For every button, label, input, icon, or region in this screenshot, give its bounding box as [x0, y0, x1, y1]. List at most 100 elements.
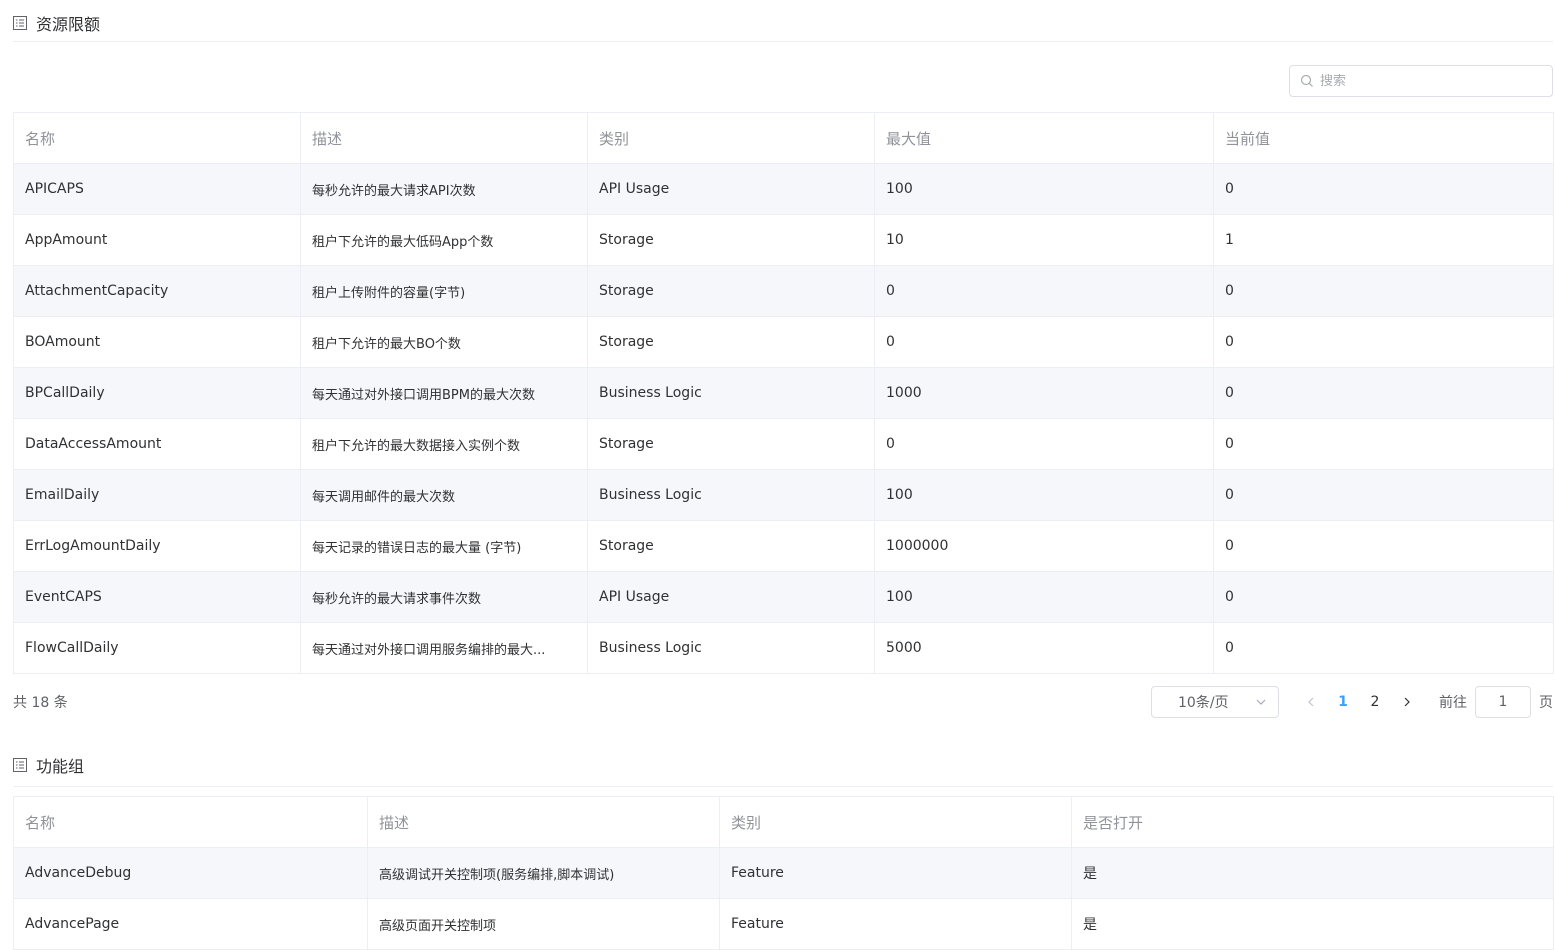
quota-table: 名称 描述 类别 最大值 当前值 APICAPS 每秒允许的最大请求API次数 AP…: [13, 112, 1554, 674]
chevron-down-icon: [1256, 699, 1266, 705]
cell-current-value: 0: [1213, 469, 1554, 521]
cell-category: Storage: [587, 316, 875, 368]
cell-current-value: 0: [1213, 571, 1554, 623]
table-row[interactable]: AdvancePage 高级页面开关控制项 Feature 是: [13, 898, 1554, 950]
table-row[interactable]: EventCAPS 每秒允许的最大请求事件次数 API Usage 100 0: [13, 571, 1554, 623]
cell-name: EventCAPS: [13, 571, 301, 623]
cell-max-value: 5000: [874, 622, 1214, 674]
table-header-row: 名称 描述 类别 最大值 当前值: [13, 112, 1554, 164]
column-header-name[interactable]: 名称: [13, 796, 368, 848]
cell-name: FlowCallDaily: [13, 622, 301, 674]
cell-description: 高级页面开关控制项: [367, 898, 720, 950]
page-button-2[interactable]: 2: [1365, 690, 1385, 714]
column-header-description[interactable]: 描述: [367, 796, 720, 848]
list-icon: [13, 757, 27, 772]
cell-name: BPCallDaily: [13, 367, 301, 419]
cell-name: EmailDaily: [13, 469, 301, 521]
goto-page-suffix: 页: [1539, 695, 1553, 711]
cell-enabled: 是: [1071, 898, 1554, 950]
search-input[interactable]: [1320, 73, 1540, 89]
cell-description: 高级调试开关控制项(服务编排,脚本调试): [367, 847, 720, 899]
quota-section-header: 资源限额: [13, 5, 1553, 42]
chevron-right-icon: [1404, 697, 1410, 707]
column-header-name[interactable]: 名称: [13, 112, 301, 164]
cell-current-value: 0: [1213, 418, 1554, 470]
cell-max-value: 1000000: [874, 520, 1214, 572]
table-row[interactable]: ErrLogAmountDaily 每天记录的错误日志的最大量 (字节) Stora…: [13, 520, 1554, 572]
cell-max-value: 0: [874, 316, 1214, 368]
column-header-current-value[interactable]: 当前值: [1213, 112, 1554, 164]
cell-name: AdvanceDebug: [13, 847, 368, 899]
cell-category: Feature: [719, 847, 1072, 899]
cell-current-value: 1: [1213, 214, 1554, 266]
cell-name: AttachmentCapacity: [13, 265, 301, 317]
cell-category: Business Logic: [587, 367, 875, 419]
cell-description: 每秒允许的最大请求API次数: [300, 163, 588, 215]
cell-description: 租户上传附件的容量(字节): [300, 265, 588, 317]
cell-name: AdvancePage: [13, 898, 368, 950]
cell-name: APICAPS: [13, 163, 301, 215]
feature-section-title: 功能组: [36, 756, 85, 776]
cell-category: Storage: [587, 520, 875, 572]
goto-page-input[interactable]: [1475, 686, 1531, 718]
cell-category: Feature: [719, 898, 1072, 950]
cell-description: 租户下允许的最大数据接入实例个数: [300, 418, 588, 470]
list-icon: [13, 16, 27, 30]
cell-max-value: 1000: [874, 367, 1214, 419]
table-row[interactable]: APICAPS 每秒允许的最大请求API次数 API Usage 100 0: [13, 163, 1554, 215]
column-header-category[interactable]: 类别: [587, 112, 875, 164]
cell-name: AppAmount: [13, 214, 301, 266]
cell-name: BOAmount: [13, 316, 301, 368]
cell-description: 每天记录的错误日志的最大量 (字节): [300, 520, 588, 572]
cell-current-value: 0: [1213, 520, 1554, 572]
table-row[interactable]: AppAmount 租户下允许的最大低码App个数 Storage 10 1: [13, 214, 1554, 266]
table-row[interactable]: FlowCallDaily 每天通过对外接口调用服务编排的最大... Busines…: [13, 622, 1554, 674]
cell-description: 每天通过对外接口调用BPM的最大次数: [300, 367, 588, 419]
feature-section-header: 功能组: [13, 743, 1553, 787]
table-row[interactable]: AttachmentCapacity 租户上传附件的容量(字节) Storage 0 0: [13, 265, 1554, 317]
cell-max-value: 100: [874, 163, 1214, 215]
cell-current-value: 0: [1213, 622, 1554, 674]
quota-section-title: 资源限额: [36, 15, 101, 34]
next-page-button[interactable]: [1398, 690, 1416, 714]
prev-page-button[interactable]: [1302, 690, 1320, 714]
cell-category: Business Logic: [587, 622, 875, 674]
page-size-select[interactable]: 10条/页: [1151, 686, 1279, 718]
cell-category: API Usage: [587, 163, 875, 215]
cell-description: 每秒允许的最大请求事件次数: [300, 571, 588, 623]
page-size-value: 10条/页: [1178, 695, 1229, 711]
cell-description: 租户下允许的最大BO个数: [300, 316, 588, 368]
table-row[interactable]: BPCallDaily 每天通过对外接口调用BPM的最大次数 Business Lo…: [13, 367, 1554, 419]
search-icon: [1300, 74, 1313, 87]
cell-category: Storage: [587, 418, 875, 470]
table-row[interactable]: BOAmount 租户下允许的最大BO个数 Storage 0 0: [13, 316, 1554, 368]
cell-enabled: 是: [1071, 847, 1554, 899]
chevron-left-icon: [1308, 697, 1314, 707]
page-button-1[interactable]: 1: [1333, 690, 1353, 714]
cell-current-value: 0: [1213, 163, 1554, 215]
cell-current-value: 0: [1213, 316, 1554, 368]
cell-category: Storage: [587, 265, 875, 317]
cell-name: ErrLogAmountDaily: [13, 520, 301, 572]
column-header-enabled[interactable]: 是否打开: [1071, 796, 1554, 848]
table-row[interactable]: DataAccessAmount 租户下允许的最大数据接入实例个数 Storage 0…: [13, 418, 1554, 470]
cell-category: Storage: [587, 214, 875, 266]
cell-current-value: 0: [1213, 265, 1554, 317]
cell-description: 每天调用邮件的最大次数: [300, 469, 588, 521]
cell-name: DataAccessAmount: [13, 418, 301, 470]
cell-description: 每天通过对外接口调用服务编排的最大...: [300, 622, 588, 674]
column-header-description[interactable]: 描述: [300, 112, 588, 164]
table-row[interactable]: EmailDaily 每天调用邮件的最大次数 Business Logic 100 0: [13, 469, 1554, 521]
quota-search-box[interactable]: [1289, 65, 1553, 97]
column-header-category[interactable]: 类别: [719, 796, 1072, 848]
cell-description: 租户下允许的最大低码App个数: [300, 214, 588, 266]
feature-table: 名称 描述 类别 是否打开 AdvanceDebug 高级调试开关控制项(服务编排…: [13, 796, 1554, 950]
cell-max-value: 10: [874, 214, 1214, 266]
cell-current-value: 0: [1213, 367, 1554, 419]
pagination-total: 共 18 条: [13, 695, 68, 711]
table-header-row: 名称 描述 类别 是否打开: [13, 796, 1554, 848]
column-header-max-value[interactable]: 最大值: [874, 112, 1214, 164]
cell-max-value: 100: [874, 469, 1214, 521]
table-row[interactable]: AdvanceDebug 高级调试开关控制项(服务编排,脚本调试) Feature 是: [13, 847, 1554, 899]
cell-max-value: 0: [874, 265, 1214, 317]
